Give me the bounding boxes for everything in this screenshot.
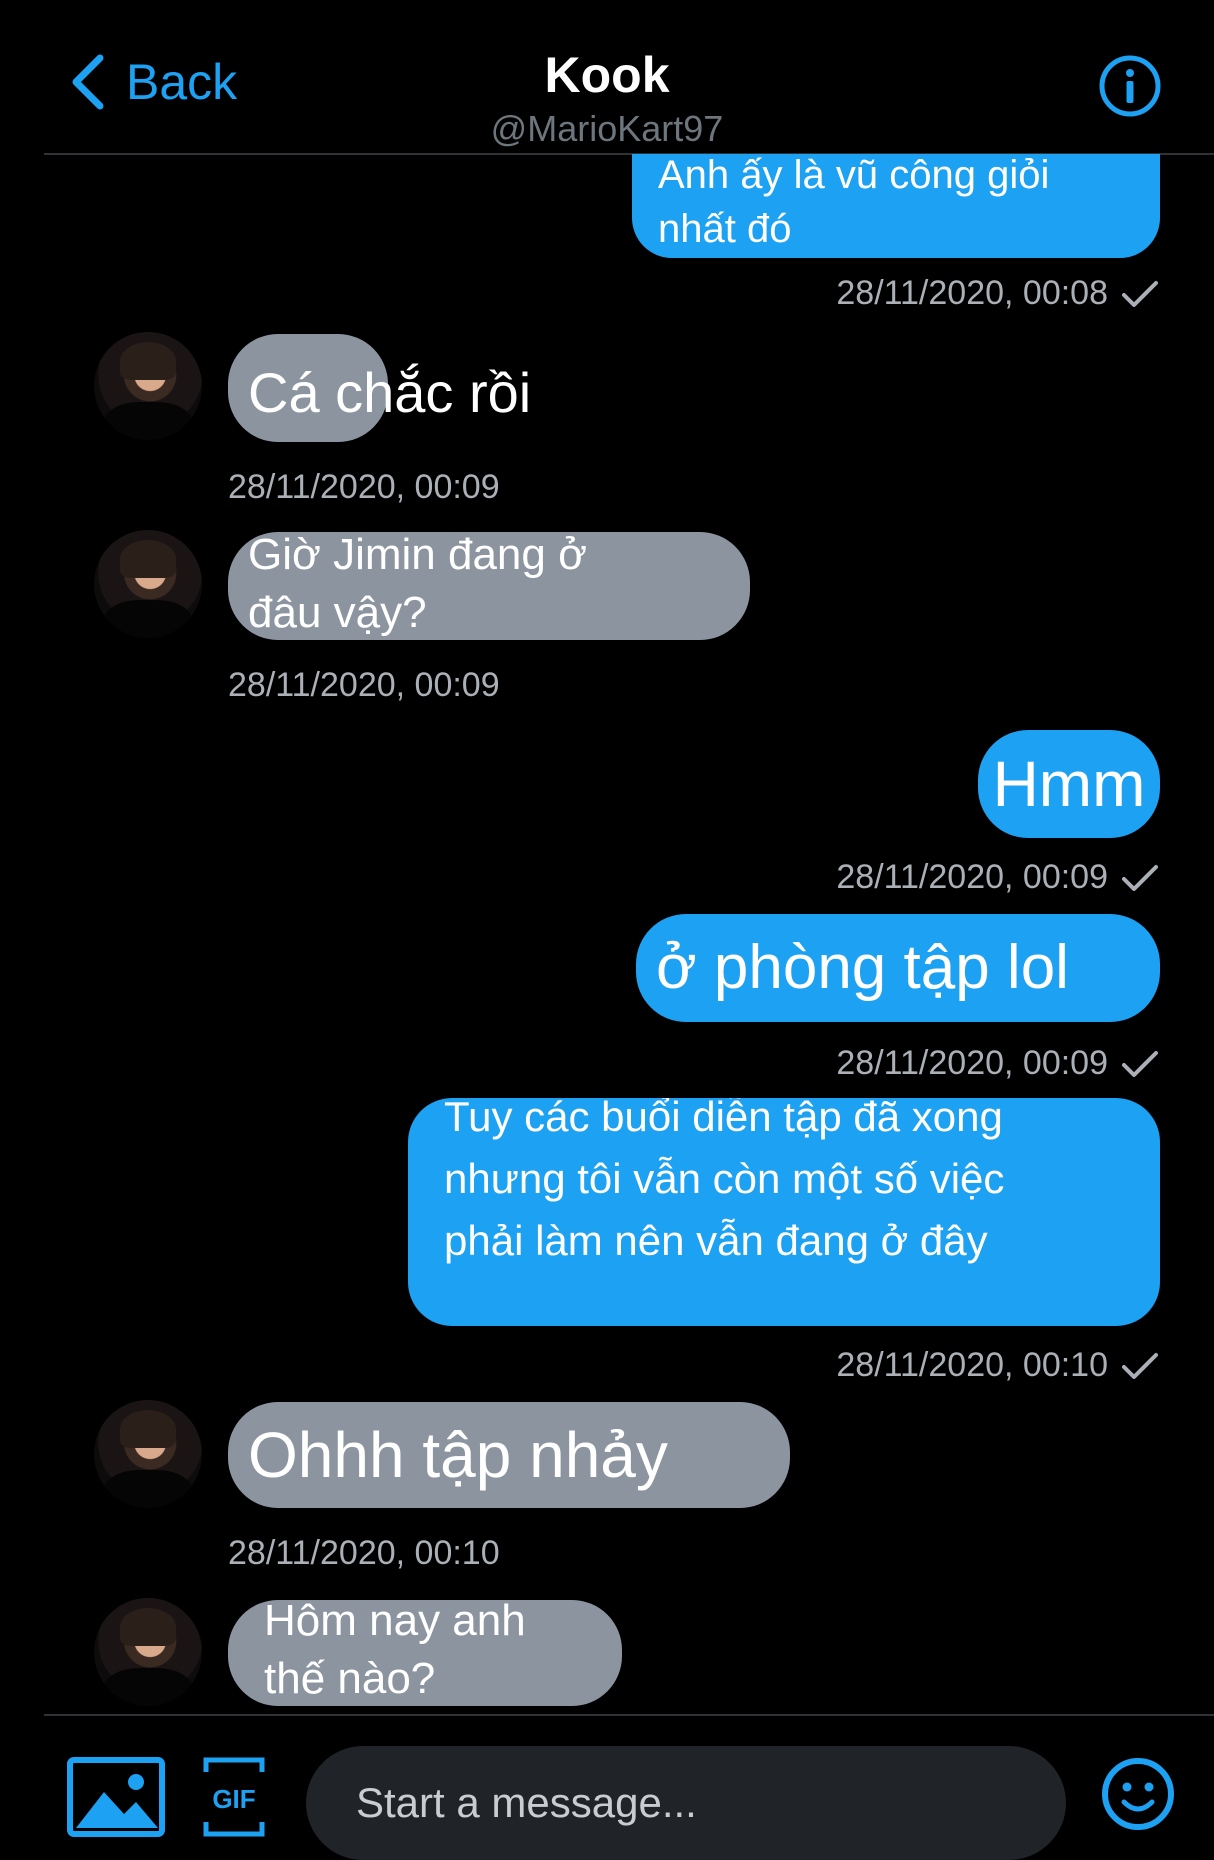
message-text: Tuy các buổi diễn tập đã xong nhưng tôi …	[444, 1098, 1005, 1264]
emoji-icon[interactable]	[1100, 1756, 1176, 1832]
gif-icon[interactable]: GIF	[202, 1756, 266, 1838]
avatar[interactable]	[94, 332, 202, 440]
message-input[interactable]	[306, 1746, 1066, 1860]
avatar[interactable]	[94, 1598, 202, 1706]
message-bubble-received[interactable]: Giờ Jimin đang ở đâu vậy?	[228, 532, 750, 640]
conversation-header: Back Kook @MarioKart97	[0, 0, 1214, 155]
message-timestamp: 28/11/2020, 00:09	[760, 1044, 1160, 1083]
message-bubble-sent[interactable]: Anh ấy là vũ công giỏi nhất đó	[632, 154, 1160, 258]
message-timestamp: 28/11/2020, 00:09	[228, 666, 500, 704]
avatar[interactable]	[94, 530, 202, 638]
info-icon[interactable]	[1098, 54, 1162, 118]
message-composer: GIF	[0, 1716, 1214, 1860]
checkmark-icon	[1122, 1050, 1158, 1077]
message-text: Giờ Jimin đang ở đâu vậy?	[248, 532, 587, 637]
message-text: Anh ấy là vũ công giỏi nhất đó	[658, 154, 1050, 251]
message-timestamp: 28/11/2020, 00:09	[228, 468, 500, 506]
checkmark-icon	[1122, 280, 1158, 307]
message-timestamp: 28/11/2020, 00:10	[228, 1534, 500, 1572]
svg-text:GIF: GIF	[212, 1784, 255, 1814]
message-bubble-received[interactable]: Ohhh tập nhảy	[228, 1402, 790, 1508]
checkmark-icon	[1122, 864, 1158, 891]
image-icon[interactable]	[66, 1756, 166, 1838]
message-bubble-received[interactable]: Hôm nay anh thế nào?	[228, 1600, 622, 1706]
message-text: ở phòng tập lol	[656, 933, 1069, 1002]
conversation-title: Kook	[544, 47, 670, 103]
message-text: Hmm	[992, 748, 1146, 820]
avatar[interactable]	[94, 1400, 202, 1508]
message-bubble-sent[interactable]: Hmm	[978, 730, 1160, 838]
message-text: Cá chắc rồi	[248, 361, 532, 424]
message-timestamp: 28/11/2020, 00:08	[760, 274, 1160, 313]
message-text: Ohhh tập nhảy	[248, 1419, 668, 1491]
checkmark-icon	[1122, 1352, 1158, 1379]
message-bubble-received[interactable]: Cá chắc rồi	[228, 334, 531, 442]
message-bubble-sent[interactable]: Tuy các buổi diễn tập đã xong nhưng tôi …	[408, 1098, 1160, 1326]
conversation-handle: @MarioKart97	[490, 108, 724, 149]
message-timestamp: 28/11/2020, 00:10	[760, 1346, 1160, 1385]
message-bubble-sent[interactable]: ở phòng tập lol	[636, 914, 1160, 1022]
message-timestamp: 28/11/2020, 00:09	[760, 858, 1160, 897]
message-text: Hôm nay anh thế nào?	[264, 1600, 526, 1703]
